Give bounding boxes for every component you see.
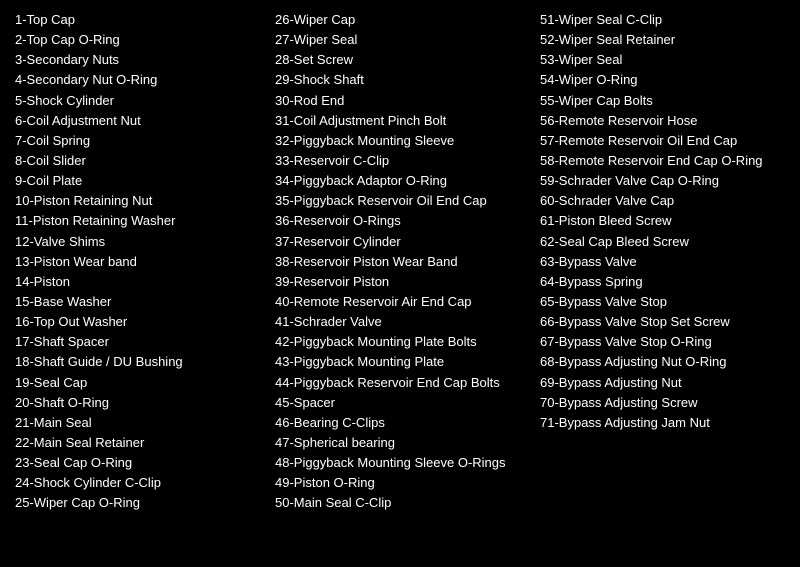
list-item: 8-Coil Slider (15, 151, 265, 171)
list-item: 56-Remote Reservoir Hose (540, 111, 785, 131)
list-item: 49-Piston O-Ring (275, 473, 530, 493)
list-item: 50-Main Seal C-Clip (275, 493, 530, 513)
list-item: 15-Base Washer (15, 292, 265, 312)
list-item: 14-Piston (15, 272, 265, 292)
list-item: 17-Shaft Spacer (15, 332, 265, 352)
list-item: 3-Secondary Nuts (15, 50, 265, 70)
list-item: 54-Wiper O-Ring (540, 70, 785, 90)
list-item: 20-Shaft O-Ring (15, 393, 265, 413)
list-item: 38-Reservoir Piston Wear Band (275, 252, 530, 272)
column-1: 1-Top Cap2-Top Cap O-Ring3-Secondary Nut… (15, 10, 275, 514)
list-item: 67-Bypass Valve Stop O-Ring (540, 332, 785, 352)
list-item: 26-Wiper Cap (275, 10, 530, 30)
list-item: 37-Reservoir Cylinder (275, 232, 530, 252)
list-item: 46-Bearing C-Clips (275, 413, 530, 433)
list-item: 2-Top Cap O-Ring (15, 30, 265, 50)
list-item: 5-Shock Cylinder (15, 91, 265, 111)
list-item: 58-Remote Reservoir End Cap O-Ring (540, 151, 785, 171)
list-item: 21-Main Seal (15, 413, 265, 433)
list-item: 68-Bypass Adjusting Nut O-Ring (540, 352, 785, 372)
list-item: 57-Remote Reservoir Oil End Cap (540, 131, 785, 151)
list-item: 7-Coil Spring (15, 131, 265, 151)
list-item: 63-Bypass Valve (540, 252, 785, 272)
list-item: 22-Main Seal Retainer (15, 433, 265, 453)
list-item: 32-Piggyback Mounting Sleeve (275, 131, 530, 151)
list-item: 41-Schrader Valve (275, 312, 530, 332)
parts-list: 1-Top Cap2-Top Cap O-Ring3-Secondary Nut… (15, 10, 785, 514)
list-item: 16-Top Out Washer (15, 312, 265, 332)
list-item: 47-Spherical bearing (275, 433, 530, 453)
list-item: 31-Coil Adjustment Pinch Bolt (275, 111, 530, 131)
list-item: 70-Bypass Adjusting Screw (540, 393, 785, 413)
list-item: 45-Spacer (275, 393, 530, 413)
list-item: 59-Schrader Valve Cap O-Ring (540, 171, 785, 191)
list-item: 25-Wiper Cap O-Ring (15, 493, 265, 513)
list-item: 62-Seal Cap Bleed Screw (540, 232, 785, 252)
list-item: 10-Piston Retaining Nut (15, 191, 265, 211)
list-item: 66-Bypass Valve Stop Set Screw (540, 312, 785, 332)
list-item: 51-Wiper Seal C-Clip (540, 10, 785, 30)
list-item: 13-Piston Wear band (15, 252, 265, 272)
list-item: 34-Piggyback Adaptor O-Ring (275, 171, 530, 191)
list-item: 40-Remote Reservoir Air End Cap (275, 292, 530, 312)
list-item: 29-Shock Shaft (275, 70, 530, 90)
list-item: 71-Bypass Adjusting Jam Nut (540, 413, 785, 433)
list-item: 44-Piggyback Reservoir End Cap Bolts (275, 373, 530, 393)
list-item: 69-Bypass Adjusting Nut (540, 373, 785, 393)
list-item: 65-Bypass Valve Stop (540, 292, 785, 312)
list-item: 1-Top Cap (15, 10, 265, 30)
list-item: 30-Rod End (275, 91, 530, 111)
list-item: 12-Valve Shims (15, 232, 265, 252)
list-item: 64-Bypass Spring (540, 272, 785, 292)
list-item: 28-Set Screw (275, 50, 530, 70)
list-item: 61-Piston Bleed Screw (540, 211, 785, 231)
list-item: 6-Coil Adjustment Nut (15, 111, 265, 131)
list-item: 19-Seal Cap (15, 373, 265, 393)
list-item: 39-Reservoir Piston (275, 272, 530, 292)
list-item: 27-Wiper Seal (275, 30, 530, 50)
list-item: 11-Piston Retaining Washer (15, 211, 265, 231)
list-item: 55-Wiper Cap Bolts (540, 91, 785, 111)
list-item: 36-Reservoir O-Rings (275, 211, 530, 231)
list-item: 23-Seal Cap O-Ring (15, 453, 265, 473)
list-item: 42-Piggyback Mounting Plate Bolts (275, 332, 530, 352)
list-item: 4-Secondary Nut O-Ring (15, 70, 265, 90)
list-item: 18-Shaft Guide / DU Bushing (15, 352, 265, 372)
list-item: 52-Wiper Seal Retainer (540, 30, 785, 50)
column-2: 26-Wiper Cap27-Wiper Seal28-Set Screw29-… (275, 10, 540, 514)
list-item: 35-Piggyback Reservoir Oil End Cap (275, 191, 530, 211)
column-3: 51-Wiper Seal C-Clip52-Wiper Seal Retain… (540, 10, 795, 514)
list-item: 24-Shock Cylinder C-Clip (15, 473, 265, 493)
list-item: 43-Piggyback Mounting Plate (275, 352, 530, 372)
list-item: 33-Reservoir C-Clip (275, 151, 530, 171)
list-item: 9-Coil Plate (15, 171, 265, 191)
list-item: 60-Schrader Valve Cap (540, 191, 785, 211)
list-item: 53-Wiper Seal (540, 50, 785, 70)
list-item: 48-Piggyback Mounting Sleeve O-Rings (275, 453, 530, 473)
